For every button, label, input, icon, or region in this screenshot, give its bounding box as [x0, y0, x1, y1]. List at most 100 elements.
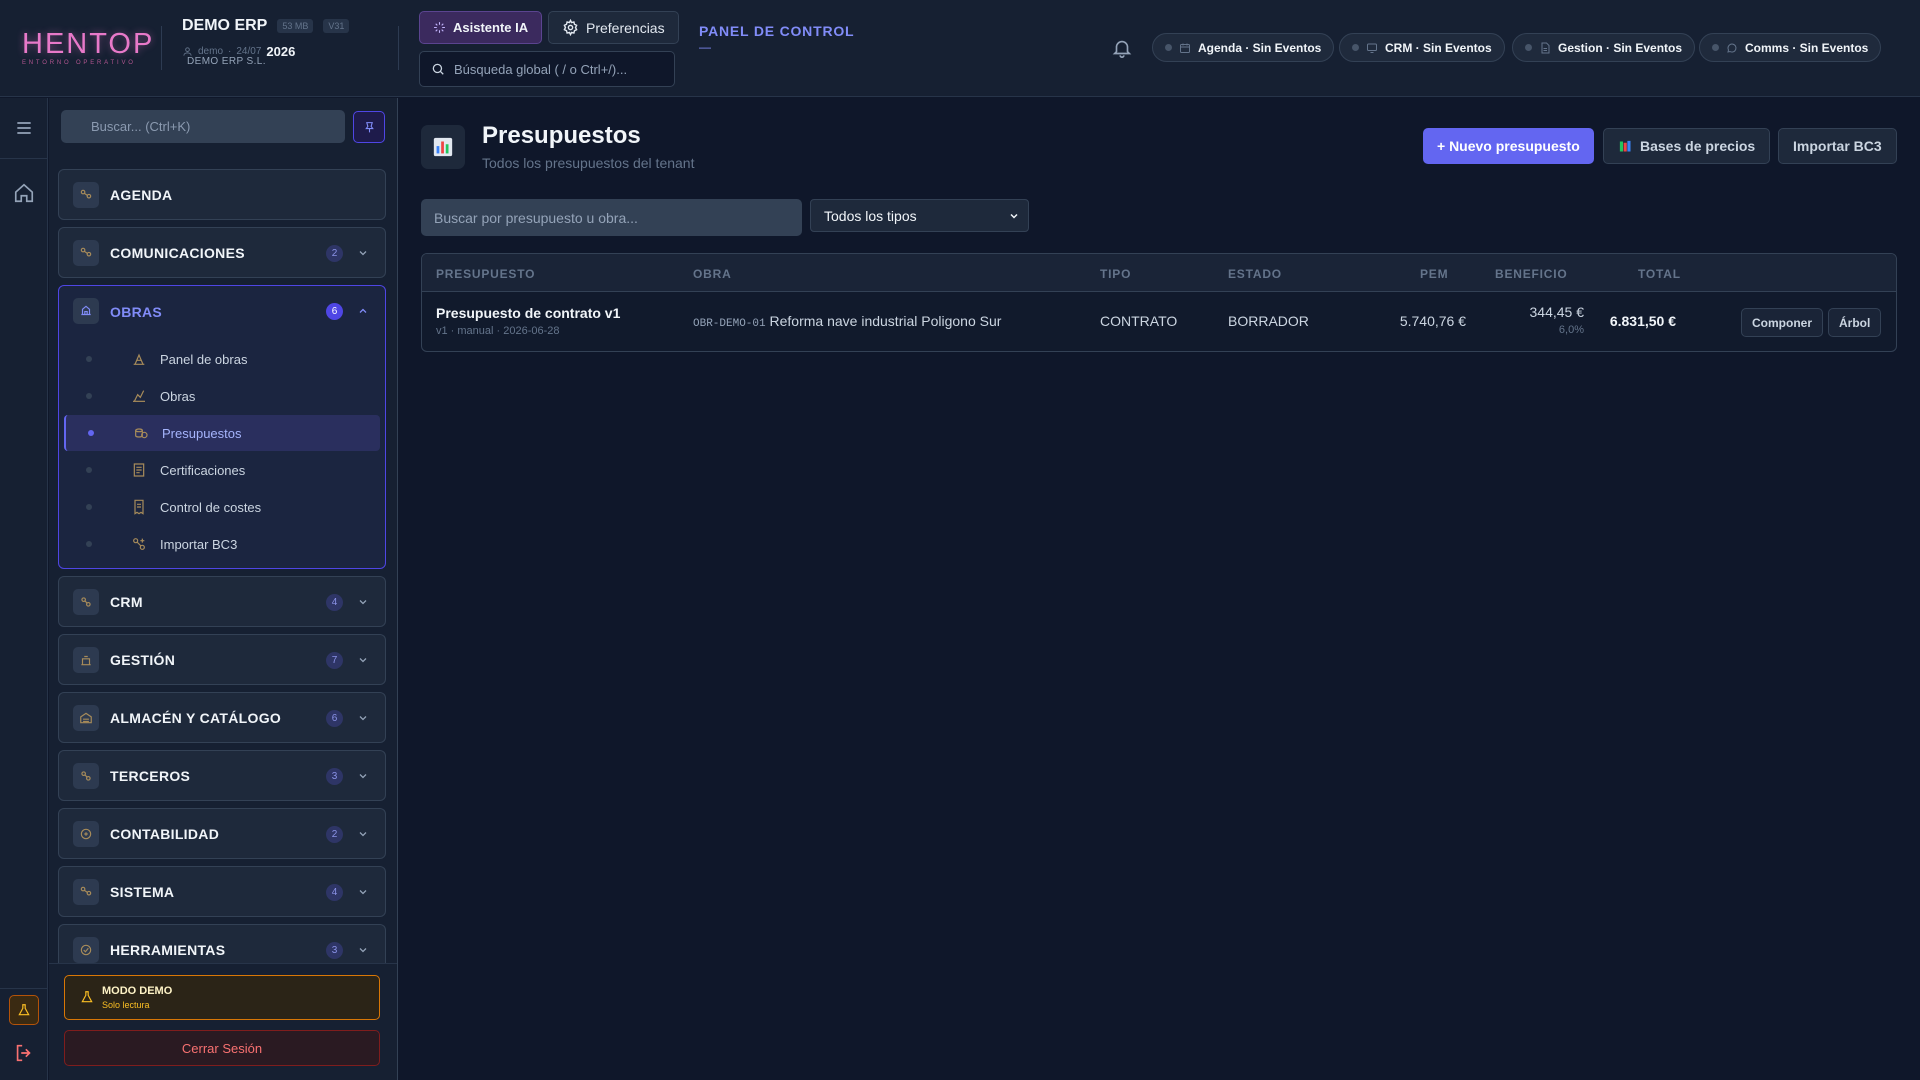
logout-icon[interactable] — [13, 1042, 35, 1064]
logo-text: HENTOP — [22, 28, 155, 60]
sidebar-item-obras[interactable]: Obras — [64, 378, 380, 414]
receipt-icon — [134, 499, 144, 515]
home-icon[interactable] — [13, 182, 35, 204]
sidebar-section-obras[interactable]: OBRAS 6 Panel de obras Obras Presupuesto… — [58, 285, 386, 569]
sidebar-item-control-de-costes[interactable]: Control de costes — [64, 489, 380, 525]
budget-title[interactable]: Presupuesto de contrato v1 — [436, 305, 620, 321]
demo-mode-flask-icon[interactable] — [9, 995, 39, 1025]
budget-search-placeholder: Buscar por presupuesto u obra... — [434, 209, 638, 226]
control-panel-link[interactable]: PANEL DE CONTROL — — [699, 23, 854, 54]
preferences-button[interactable]: Preferencias — [548, 11, 679, 44]
storage-tag: 53 MB — [277, 19, 314, 33]
page-subtitle: Todos los presupuestos del tenant — [482, 155, 695, 171]
sidebar-section-crm[interactable]: CRM 4 — [58, 576, 386, 627]
hamburger-menu-icon[interactable] — [14, 118, 34, 138]
sidebar-section-comunicaciones[interactable]: COMUNICACIONES 2 — [58, 227, 386, 278]
budget-search-input[interactable]: Buscar por presupuesto u obra... — [421, 199, 802, 236]
logo-subtitle: ENTORNO OPERATIVO — [22, 60, 136, 66]
top-header: HENTOP ENTORNO OPERATIVO DEMO ERP 53 MB … — [0, 0, 1920, 97]
ai-assistant-button[interactable]: Asistente IA — [419, 11, 543, 44]
sidebar-section-contabilidad[interactable]: CONTABILIDAD 2 — [58, 808, 386, 859]
crm-status-pill[interactable]: CRM · Sin Eventos — [1339, 33, 1505, 62]
status-dot — [1165, 44, 1172, 51]
obras-section-header[interactable]: OBRAS 6 — [59, 286, 385, 337]
new-budget-button[interactable]: + Nuevo presupuesto — [1423, 128, 1594, 164]
chevron-down-icon — [359, 890, 367, 895]
beneficio-cell: 344,45 € — [1529, 304, 1585, 320]
sidebar-item-label: Presupuestos — [162, 425, 242, 441]
sidebar-section-label: CRM — [110, 593, 143, 610]
sidebar-section-sistema[interactable]: SISTEMA 4 — [58, 866, 386, 917]
column-header[interactable]: TIPO — [1100, 267, 1131, 281]
logout-button[interactable]: Cerrar Sesión — [64, 1030, 380, 1066]
type-filter-select[interactable]: Todos los tipos — [810, 199, 1029, 232]
import-bc3-button[interactable]: Importar BC3 — [1778, 128, 1897, 164]
sistema-section-icon — [73, 879, 99, 905]
obra-code: OBR-DEMO-01 — [693, 318, 766, 330]
sidebar-item-label: Certificaciones — [160, 462, 246, 478]
global-search-placeholder: Búsqueda global ( / o Ctrl+/)... — [454, 61, 628, 77]
pem-cell: 5.740,76 € — [1399, 313, 1466, 329]
price-bases-button[interactable]: Bases de precios — [1603, 128, 1771, 164]
sparkle-icon — [434, 22, 445, 33]
coins-icon — [135, 428, 148, 439]
sidebar-section-label: SISTEMA — [110, 883, 175, 900]
budgets-table: PRESUPUESTO OBRA TIPO ESTADO PEM BENEFIC… — [421, 253, 1897, 352]
sidebar-search-input[interactable]: Buscar... (Ctrl+K) — [61, 110, 345, 143]
count-badge: 6 — [326, 710, 343, 727]
status-dot — [1352, 44, 1359, 51]
chevron-down-icon — [359, 832, 367, 837]
comunicaciones-section-icon — [73, 240, 99, 266]
comms-status-pill[interactable]: Comms · Sin Eventos — [1699, 33, 1882, 62]
gestion-section-icon — [73, 647, 99, 673]
tipo-cell: CONTRATO — [1100, 313, 1178, 329]
column-header[interactable]: PRESUPUESTO — [436, 267, 535, 281]
bullet — [86, 541, 92, 547]
count-badge: 4 — [326, 594, 343, 611]
pin-button[interactable] — [353, 111, 385, 143]
sidebar-section-agenda[interactable]: AGENDA — [58, 169, 386, 220]
global-search-input[interactable]: Búsqueda global ( / o Ctrl+/)... — [419, 51, 675, 87]
count-badge: 6 — [326, 303, 343, 320]
version-tag: V31 — [323, 19, 350, 33]
count-badge: 7 — [326, 652, 343, 669]
sidebar-section-terceros[interactable]: TERCEROS 3 — [58, 750, 386, 801]
sidebar-item-label: Importar BC3 — [160, 536, 238, 552]
status-dot — [1525, 44, 1532, 51]
column-header[interactable]: PEM — [1420, 267, 1448, 281]
notifications-bell-icon[interactable] — [1111, 37, 1133, 59]
page-title: Presupuestos — [482, 122, 641, 149]
sidebar-item-panel-de-obras[interactable]: Panel de obras — [64, 341, 380, 377]
chevron-up-icon — [359, 308, 367, 313]
chevron-down-icon — [359, 600, 367, 605]
column-header[interactable]: BENEFICIO — [1495, 267, 1568, 281]
agenda-status-label: Agenda · Sin Eventos — [1198, 40, 1322, 55]
column-header[interactable]: TOTAL — [1638, 267, 1681, 281]
obra-cell: OBR-DEMO-01 Reforma nave industrial Poli… — [693, 313, 1001, 330]
rail-divider — [0, 988, 48, 989]
header-divider — [161, 26, 162, 70]
construction-icon — [133, 390, 145, 402]
contabilidad-section-icon — [73, 821, 99, 847]
sidebar-item-presupuestos[interactable]: Presupuestos — [64, 415, 380, 451]
column-header[interactable]: ESTADO — [1228, 267, 1282, 281]
agenda-status-pill[interactable]: Agenda · Sin Eventos — [1152, 33, 1335, 62]
sidebar-section-label: TERCEROS — [110, 767, 191, 784]
sidebar-section-label: CONTABILIDAD — [110, 825, 220, 842]
pin-icon — [364, 121, 374, 132]
monitor-icon — [1367, 43, 1377, 53]
demo-mode-banner: MODO DEMO Solo lectura — [64, 975, 380, 1020]
certificate-icon — [133, 463, 145, 477]
new-budget-label: + Nuevo presupuesto — [1437, 138, 1580, 154]
sidebar-section-almacen[interactable]: ALMACÉN Y CATÁLOGO 6 — [58, 692, 386, 743]
sidebar-item-certificaciones[interactable]: Certificaciones — [64, 452, 380, 488]
obra-name: Reforma nave industrial Poligono Sur — [769, 313, 1002, 329]
sidebar-item-importar-bc3[interactable]: Importar BC3 — [64, 526, 380, 562]
header-divider — [398, 26, 399, 70]
compose-button[interactable]: Componer — [1741, 308, 1823, 337]
tree-button[interactable]: Árbol — [1828, 308, 1882, 337]
gestion-status-pill[interactable]: Gestion · Sin Eventos — [1512, 33, 1696, 62]
column-header[interactable]: OBRA — [693, 267, 732, 281]
brand-logo[interactable]: HENTOP ENTORNO OPERATIVO — [22, 28, 155, 67]
sidebar-section-gestion[interactable]: GESTIÓN 7 — [58, 634, 386, 685]
